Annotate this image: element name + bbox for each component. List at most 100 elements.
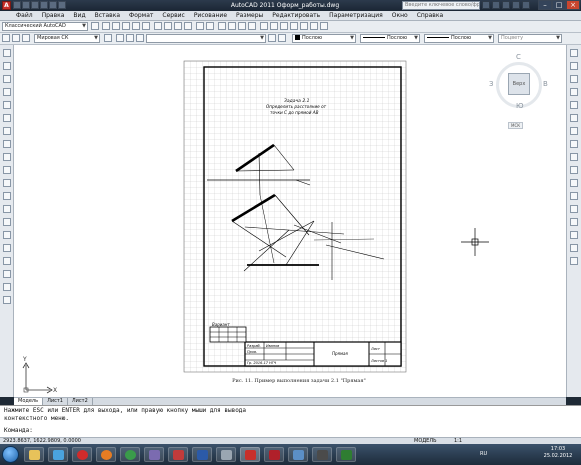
tool-palettes-icon[interactable] (280, 22, 288, 30)
preview-icon[interactable] (142, 22, 150, 30)
spline-icon[interactable] (3, 153, 11, 161)
table-icon[interactable] (3, 270, 11, 278)
menu-item-8[interactable]: Редактировать (272, 12, 320, 19)
compass-south[interactable]: Ю (516, 102, 524, 110)
make-current-icon[interactable] (268, 34, 276, 42)
linetype-dropdown[interactable]: Послою ▼ (360, 34, 420, 43)
design-center-icon[interactable] (270, 22, 278, 30)
lineweight-dropdown[interactable]: Послою ▼ (424, 34, 494, 43)
ucs-apply-icon[interactable] (104, 34, 112, 42)
viewcube-top-face[interactable]: Верх (508, 73, 530, 95)
new-icon[interactable] (13, 1, 21, 9)
redo-icon[interactable] (49, 1, 57, 9)
calculator-icon[interactable] (310, 22, 318, 30)
qnew-icon[interactable] (102, 22, 110, 30)
save-icon[interactable] (31, 1, 39, 9)
markup-icon[interactable] (300, 22, 308, 30)
circle-icon[interactable] (3, 127, 11, 135)
redo-tool-icon[interactable] (206, 22, 214, 30)
close-button[interactable]: × (566, 0, 580, 10)
menu-item-5[interactable]: Сервис (162, 12, 184, 19)
application-menu-button[interactable]: A (2, 1, 11, 10)
mirror-icon[interactable] (570, 75, 578, 83)
array-icon[interactable] (570, 101, 578, 109)
rectangle-icon[interactable] (3, 101, 11, 109)
taskbar-app-9[interactable] (216, 447, 236, 462)
search-icon[interactable] (482, 1, 490, 9)
undo-icon[interactable] (40, 1, 48, 9)
taskbar-word[interactable] (192, 447, 212, 462)
taskbar-media[interactable] (48, 447, 68, 462)
language-indicator[interactable]: RU (480, 451, 487, 457)
menu-item-11[interactable]: Справка (417, 12, 443, 19)
compass-north[interactable]: С (516, 53, 521, 61)
subscription-icon[interactable] (492, 1, 500, 9)
explode-icon[interactable] (570, 257, 578, 265)
command-line[interactable]: Нажмите ESC или ENTER для выхода, или пр… (0, 405, 581, 437)
trim-icon[interactable] (570, 166, 578, 174)
layer-previous2-icon[interactable] (278, 34, 286, 42)
menu-item-0[interactable]: Файл (16, 12, 33, 19)
match-properties-icon[interactable] (184, 22, 192, 30)
join-icon[interactable] (570, 218, 578, 226)
command-prompt[interactable]: Команда: (4, 427, 577, 435)
taskbar-app-6[interactable] (144, 447, 164, 462)
break-icon[interactable] (570, 205, 578, 213)
taskbar-app-14[interactable] (336, 447, 356, 462)
menu-item-9[interactable]: Параметризация (329, 12, 383, 19)
offset-icon[interactable] (570, 88, 578, 96)
insert-block-icon[interactable] (3, 192, 11, 200)
taskbar-autocad[interactable] (240, 447, 260, 462)
help-icon[interactable] (522, 1, 530, 9)
line-icon[interactable] (3, 49, 11, 57)
region-icon[interactable] (3, 257, 11, 265)
minimize-button[interactable]: – (538, 0, 552, 10)
taskbar-app-12[interactable] (288, 447, 308, 462)
layer-state-icon[interactable] (12, 34, 20, 42)
arc-icon[interactable] (3, 114, 11, 122)
construction-line-icon[interactable] (3, 62, 11, 70)
ucs-icon[interactable] (22, 34, 30, 42)
gradient-icon[interactable] (3, 244, 11, 252)
workspace-settings-icon[interactable] (91, 22, 99, 30)
ellipse-arc-icon[interactable] (3, 179, 11, 187)
taskbar-app-13[interactable] (312, 447, 332, 462)
properties-icon[interactable] (260, 22, 268, 30)
fillet-icon[interactable] (570, 244, 578, 252)
sheet-set-icon[interactable] (290, 22, 298, 30)
plot-icon[interactable] (132, 22, 140, 30)
menu-item-1[interactable]: Правка (42, 12, 65, 19)
revision-cloud-icon[interactable] (3, 140, 11, 148)
color-dropdown[interactable]: Послою ▼ (292, 34, 356, 43)
open-icon[interactable] (22, 1, 30, 9)
add-selected-icon[interactable] (3, 296, 11, 304)
help-tool-icon[interactable] (320, 22, 328, 30)
taskbar-app-7[interactable] (168, 447, 188, 462)
print-icon[interactable] (58, 1, 66, 9)
star-icon[interactable] (512, 1, 520, 9)
layout-tab-1[interactable]: Лист1 (43, 398, 68, 405)
point-icon[interactable] (3, 218, 11, 226)
rotate-icon[interactable] (570, 127, 578, 135)
scale-icon[interactable] (570, 140, 578, 148)
multiline-text-icon[interactable] (3, 283, 11, 291)
menu-item-6[interactable]: Рисование (194, 12, 227, 19)
ucs-dropdown[interactable]: Мировая СК ▼ (34, 34, 100, 43)
menu-item-4[interactable]: Формат (129, 12, 153, 19)
compass-east[interactable]: В (543, 80, 548, 88)
maximize-button[interactable]: □ (552, 0, 566, 10)
drawing-canvas[interactable]: Вариант Разраб. Иванов Пров. Гр. 2016-17… (14, 45, 566, 397)
workspace-dropdown[interactable]: Классический AutoCAD ▼ (2, 22, 88, 31)
polygon-icon[interactable] (3, 88, 11, 96)
taskbar-acrobat[interactable] (264, 447, 284, 462)
layer-manager-icon[interactable] (2, 34, 10, 42)
start-button[interactable] (2, 446, 19, 463)
communication-icon[interactable] (502, 1, 510, 9)
move-icon[interactable] (570, 114, 578, 122)
pan-icon[interactable] (218, 22, 226, 30)
copy-icon[interactable] (164, 22, 172, 30)
polyline-icon[interactable] (3, 75, 11, 83)
help-search-input[interactable]: Введите ключевое слово/фразу (402, 1, 480, 10)
hatch-icon[interactable] (3, 231, 11, 239)
undo-tool-icon[interactable] (196, 22, 204, 30)
